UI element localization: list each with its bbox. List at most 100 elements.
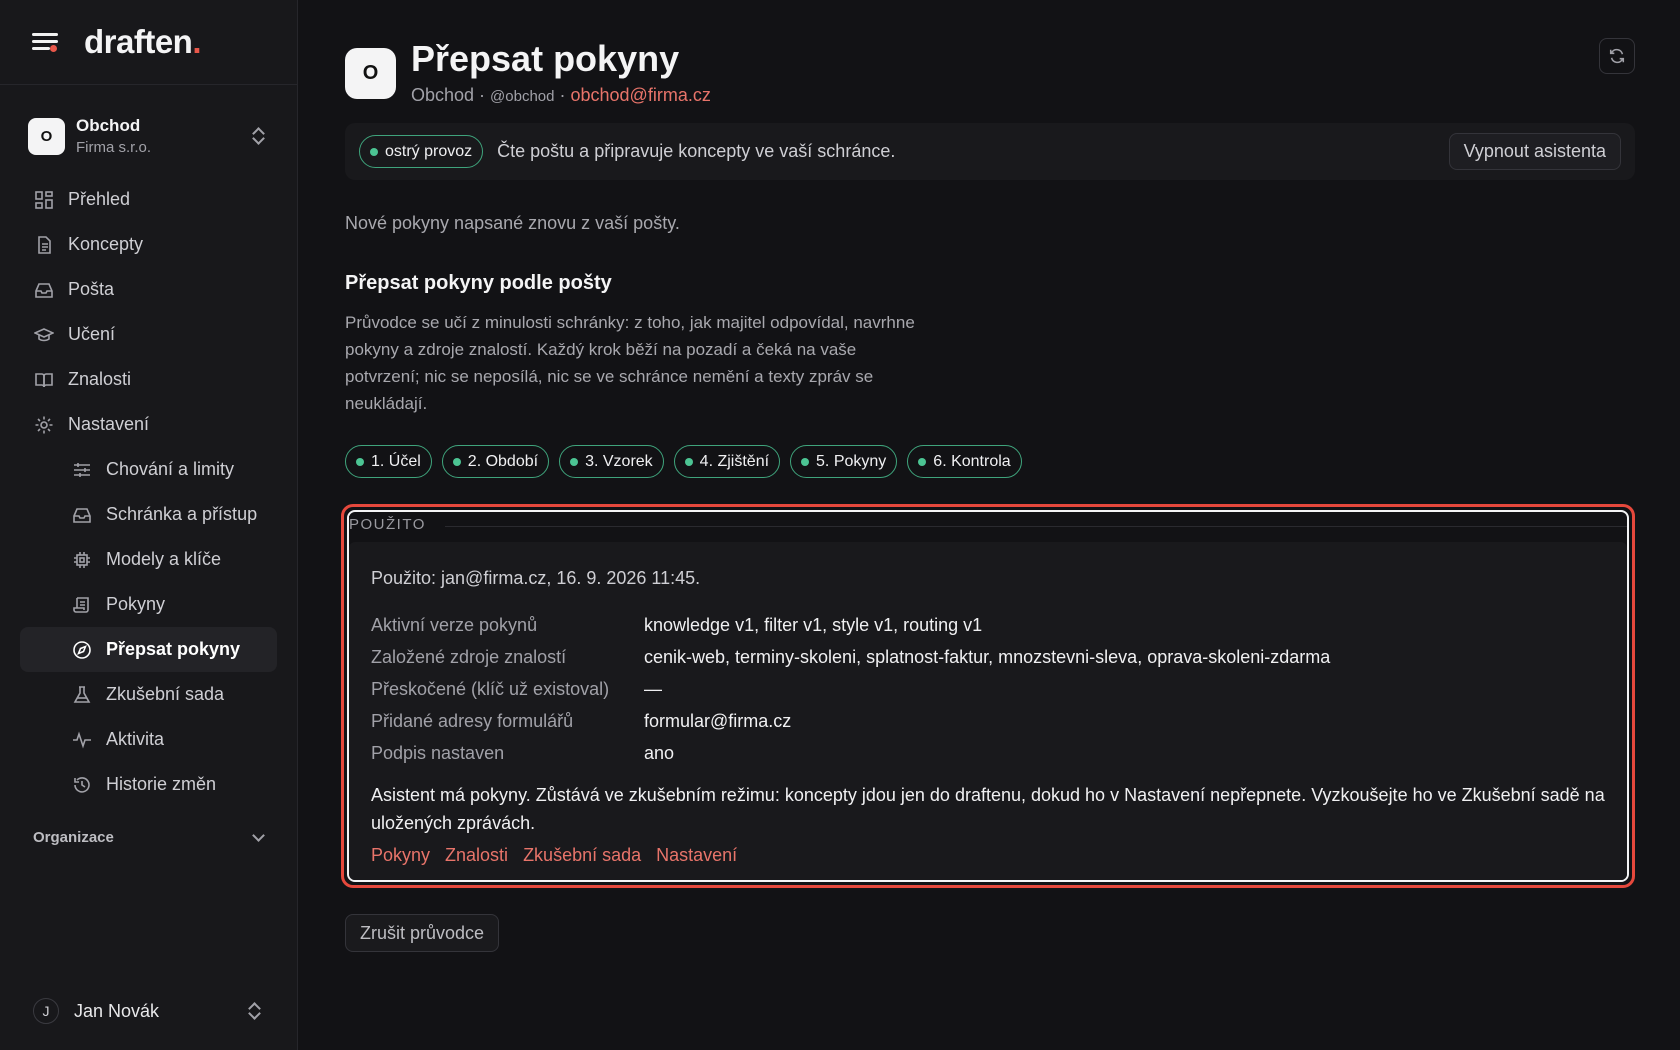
step-done-icon (918, 457, 927, 466)
chevron-up-down-icon (247, 1002, 261, 1020)
sidebar-item-uceni[interactable]: Učení (20, 312, 277, 357)
sidebar-item-label: Znalosti (68, 369, 132, 389)
refresh-icon (1609, 48, 1625, 64)
refresh-button[interactable] (1599, 38, 1635, 74)
assistant-status-bar: ostrý provoz Čte poštu a připravuje konc… (345, 123, 1635, 180)
result-details: Aktivní verze pokynů knowledge v1, filter… (371, 609, 1605, 769)
applied-by-line: Použito: jan@firma.cz, 16. 9. 2026 11:45… (371, 568, 701, 588)
inbox-icon (72, 505, 92, 525)
chevron-up-down-icon (251, 127, 265, 145)
sidebar-item-label: Pokyny (106, 594, 166, 614)
menu-icon[interactable] (32, 31, 60, 53)
detail-key: Založené zdroje znalostí (371, 646, 567, 667)
step-done-icon (356, 457, 364, 466)
sidebar-item-label: Chování a limity (106, 459, 235, 479)
step-label: 1. Účel (371, 452, 421, 470)
workspace-switcher[interactable]: O Obchod Firma s.r.o. (28, 109, 277, 163)
applied-result-inner: POUŽITO Použito: jan@firma.cz, 16. 9. 20… (347, 510, 1629, 882)
avatar: J (33, 998, 59, 1024)
organization-section-toggle[interactable]: Organizace (33, 829, 277, 846)
sidebar-item-label: Pošta (68, 279, 115, 299)
result-links: Pokyny Znalosti Zkušební sada Nastavení (371, 845, 1605, 866)
history-icon (72, 775, 92, 795)
sidebar-nav: Přehled Koncepty Pošta Učení Znalosti Na… (0, 177, 297, 807)
sidebar-subitem-historie[interactable]: Historie změn (20, 762, 277, 807)
link-nastaveni[interactable]: Nastavení (656, 845, 737, 866)
step-label: 3. Vzorek (585, 452, 653, 470)
page-header: O Přepsat pokyny Obchod · @obchod · obch… (345, 0, 1635, 120)
sliders-icon (72, 460, 92, 480)
legend-divider (445, 526, 1627, 527)
sidebar-subitem-pokyny[interactable]: Pokyny (20, 582, 277, 627)
organization-section-label: Organizace (33, 829, 114, 846)
disable-assistant-button[interactable]: Vypnout asistenta (1448, 133, 1621, 170)
gear-icon (34, 415, 54, 435)
user-name: Jan Novák (74, 1000, 160, 1021)
flask-icon (72, 685, 92, 705)
status-badge: ostrý provoz (359, 135, 484, 168)
step-label: 4. Zjištění (699, 452, 770, 470)
main-content: O Přepsat pokyny Obchod · @obchod · obch… (341, 0, 1635, 952)
step-kontrola[interactable]: 6. Kontrola (907, 445, 1022, 478)
sidebar-item-label: Zkušební sada (106, 684, 225, 704)
page-title: Přepsat pokyny (411, 38, 680, 79)
status-text: Čte poštu a připravuje koncepty ve vaší … (497, 141, 896, 161)
user-menu[interactable]: J Jan Novák (33, 998, 273, 1024)
cancel-wizard-button[interactable]: Zrušit průvodce (345, 914, 500, 952)
sidebar-subitem-aktivita[interactable]: Aktivita (20, 717, 277, 762)
sidebar-subitem-modely[interactable]: Modely a klíče (20, 537, 277, 582)
sidebar-subitem-zkusebni-sada[interactable]: Zkušební sada (20, 672, 277, 717)
detail-value: — (644, 678, 662, 699)
sidebar-item-koncepty[interactable]: Koncepty (20, 222, 277, 267)
detail-value: knowledge v1, filter v1, style v1, routi… (644, 614, 983, 635)
status-badge-label: ostrý provoz (385, 142, 473, 160)
sidebar-item-label: Přepsat pokyny (106, 639, 241, 659)
section-description: Průvodce se učí z minulosti schránky: z … (345, 313, 915, 413)
brand-bar: draften. (0, 0, 297, 85)
applied-result-panel: POUŽITO Použito: jan@firma.cz, 16. 9. 20… (341, 504, 1635, 888)
detail-value: ano (644, 742, 675, 763)
step-vzorek[interactable]: 3. Vzorek (559, 445, 664, 478)
sidebar-item-prehled[interactable]: Přehled (20, 177, 277, 222)
step-label: 6. Kontrola (933, 452, 1011, 470)
step-zjisteni[interactable]: 4. Zjištění (673, 445, 781, 478)
sidebar-subitem-prepsat-pokyny[interactable]: Přepsat pokyny (20, 627, 277, 672)
chevron-down-icon (252, 829, 265, 842)
detail-row: Podpis nastaven ano (371, 737, 1605, 769)
brand-logo[interactable]: draften. (84, 23, 201, 61)
mailbox-email-link[interactable]: obchod@firma.cz (571, 85, 711, 105)
detail-row: Aktivní verze pokynů knowledge v1, filter… (371, 609, 1605, 641)
sidebar-item-label: Přehled (68, 189, 131, 209)
result-card: Použito: jan@firma.cz, 16. 9. 2026 11:45… (349, 542, 1627, 880)
link-pokyny[interactable]: Pokyny (371, 845, 430, 866)
step-pokyny[interactable]: 5. Pokyny (790, 445, 898, 478)
sidebar-item-znalosti[interactable]: Znalosti (20, 357, 277, 402)
workspace-avatar: O (28, 117, 65, 155)
result-message: Asistent má pokyny. Zůstává ve zkušebním… (371, 785, 1605, 833)
step-done-icon (801, 457, 810, 466)
sidebar-subitem-schranka[interactable]: Schránka a přístup (20, 492, 277, 537)
detail-key: Aktivní verze pokynů (371, 614, 538, 635)
sidebar-item-label: Aktivita (106, 729, 165, 749)
page-subtitle: Obchod · @obchod · obchod@firma.cz (411, 85, 711, 106)
workspace-org: Firma s.r.o. (76, 139, 152, 156)
separator: · (554, 85, 571, 105)
step-label: 5. Pokyny (816, 452, 887, 470)
step-done-icon (570, 457, 579, 466)
step-done-icon (452, 457, 461, 466)
book-icon (34, 370, 54, 390)
workspace-name: Obchod (76, 116, 141, 135)
step-ucel[interactable]: 1. Účel (345, 445, 432, 478)
link-zkusebni-sada[interactable]: Zkušební sada (523, 845, 641, 866)
sidebar-item-posta[interactable]: Pošta (20, 267, 277, 312)
dashboard-icon (34, 190, 54, 210)
inbox-icon (34, 280, 54, 300)
step-obdobi[interactable]: 2. Období (441, 445, 550, 478)
sidebar-item-nastaveni[interactable]: Nastavení (20, 402, 277, 447)
sidebar-subitem-chovani[interactable]: Chování a limity (20, 447, 277, 492)
sidebar-item-label: Historie změn (106, 774, 217, 794)
compass-icon (72, 640, 92, 660)
detail-value: formular@firma.cz (644, 710, 792, 731)
mailbox-handle: @obchod (490, 88, 555, 105)
link-znalosti[interactable]: Znalosti (445, 845, 508, 866)
